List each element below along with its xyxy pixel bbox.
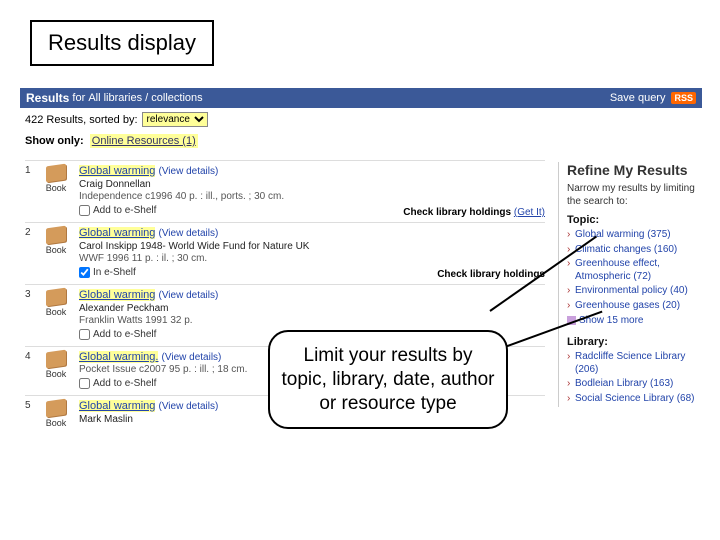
shelf-checkbox[interactable]	[79, 378, 90, 389]
book-icon	[46, 399, 66, 418]
book-icon	[46, 226, 66, 245]
online-resources-link[interactable]: Online Resources (1)	[90, 134, 198, 148]
refine-intro: Narrow my results by limiting the search…	[567, 182, 702, 208]
item-type: Book	[46, 307, 67, 317]
result-title-link[interactable]: Global warming	[79, 400, 155, 412]
result-item: 2 Book Global warming (View details) Carol …	[25, 222, 545, 284]
result-title-link[interactable]: Global warming.	[79, 351, 158, 363]
results-count: 422 Results, sorted by:	[25, 114, 138, 126]
refine-sidebar: Refine My Results Narrow my results by l…	[558, 162, 702, 407]
library-facet-item[interactable]: Bodleian Library (163)	[567, 378, 702, 391]
view-details-link[interactable]: (View details)	[158, 228, 218, 239]
shelf-label: Add to e-Shelf	[93, 378, 156, 389]
topic-facet-item[interactable]: Global warming (375)	[567, 229, 702, 242]
topic-facet-item[interactable]: Greenhouse effect, Atmospheric (72)	[567, 258, 702, 283]
result-item: 1 Book Global warming (View details) Craig …	[25, 160, 545, 222]
shelf-checkbox[interactable]	[79, 205, 90, 216]
page-title: Results display	[48, 30, 196, 55]
result-number: 5	[25, 400, 39, 428]
result-author: Carol Inskipp 1948- World Wide Fund for …	[79, 241, 545, 252]
callout-bubble: Limit your results by topic, library, da…	[268, 330, 508, 429]
result-number: 1	[25, 165, 39, 216]
show-only-label: Show only:	[25, 135, 84, 147]
book-icon	[46, 164, 66, 183]
view-details-link[interactable]: (View details)	[158, 166, 218, 177]
facet-topic-head: Topic:	[567, 214, 702, 226]
controls-row: 422 Results, sorted by: relevance Show o…	[25, 112, 700, 147]
result-pub: Independence c1996 40 p. : ill., ports. …	[79, 191, 545, 202]
result-title-link[interactable]: Global warming	[79, 227, 155, 239]
holdings-row: Check library holdings (Get It)	[403, 207, 545, 218]
refine-heading: Refine My Results	[567, 162, 702, 178]
library-facet-item[interactable]: Radcliffe Science Library (206)	[567, 351, 702, 376]
page-title-box: Results display	[30, 20, 214, 66]
holdings-row: Check library holdings	[437, 269, 545, 280]
result-number: 3	[25, 289, 39, 340]
shelf-label: Add to e-Shelf	[93, 205, 156, 216]
shelf-label: In e-Shelf	[93, 267, 136, 278]
item-type: Book	[46, 183, 67, 193]
view-details-link[interactable]: (View details)	[158, 401, 218, 412]
book-icon	[46, 350, 66, 369]
book-icon	[46, 288, 66, 307]
result-pub: WWF 1996 11 p. : il. ; 30 cm.	[79, 253, 545, 264]
save-query-link[interactable]: Save query	[610, 92, 666, 104]
result-author: Alexander Peckham	[79, 303, 545, 314]
facet-library-head: Library:	[567, 336, 702, 348]
callout-text: Limit your results by topic, library, da…	[282, 345, 495, 414]
results-header: Results for All libraries / collections …	[20, 88, 702, 108]
for-label: for	[72, 92, 85, 104]
results-label: Results	[26, 91, 69, 105]
topic-facet-item[interactable]: Climatic changes (160)	[567, 244, 702, 257]
result-pub: Franklin Watts 1991 32 p.	[79, 315, 545, 326]
item-type: Book	[46, 418, 67, 428]
result-title-link[interactable]: Global warming	[79, 289, 155, 301]
item-type: Book	[46, 245, 67, 255]
topic-facet-item[interactable]: Environmental policy (40)	[567, 285, 702, 298]
rss-icon[interactable]: RSS	[671, 92, 696, 104]
scope-text: All libraries / collections	[88, 92, 202, 104]
library-facet-item[interactable]: Social Science Library (68)	[567, 393, 702, 406]
shelf-checkbox[interactable]	[79, 267, 90, 278]
result-number: 4	[25, 351, 39, 389]
result-number: 2	[25, 227, 39, 278]
result-author: Craig Donnellan	[79, 179, 545, 190]
shelf-label: Add to e-Shelf	[93, 329, 156, 340]
result-title-link[interactable]: Global warming	[79, 165, 155, 177]
shelf-checkbox[interactable]	[79, 329, 90, 340]
view-details-link[interactable]: (View details)	[162, 352, 222, 363]
sort-select[interactable]: relevance	[142, 112, 208, 127]
library-facet-list: Radcliffe Science Library (206) Bodleian …	[567, 351, 702, 405]
topic-facet-item[interactable]: Greenhouse gases (20)	[567, 300, 702, 313]
get-it-link[interactable]: (Get It)	[514, 207, 545, 218]
item-type: Book	[46, 369, 67, 379]
view-details-link[interactable]: (View details)	[158, 290, 218, 301]
